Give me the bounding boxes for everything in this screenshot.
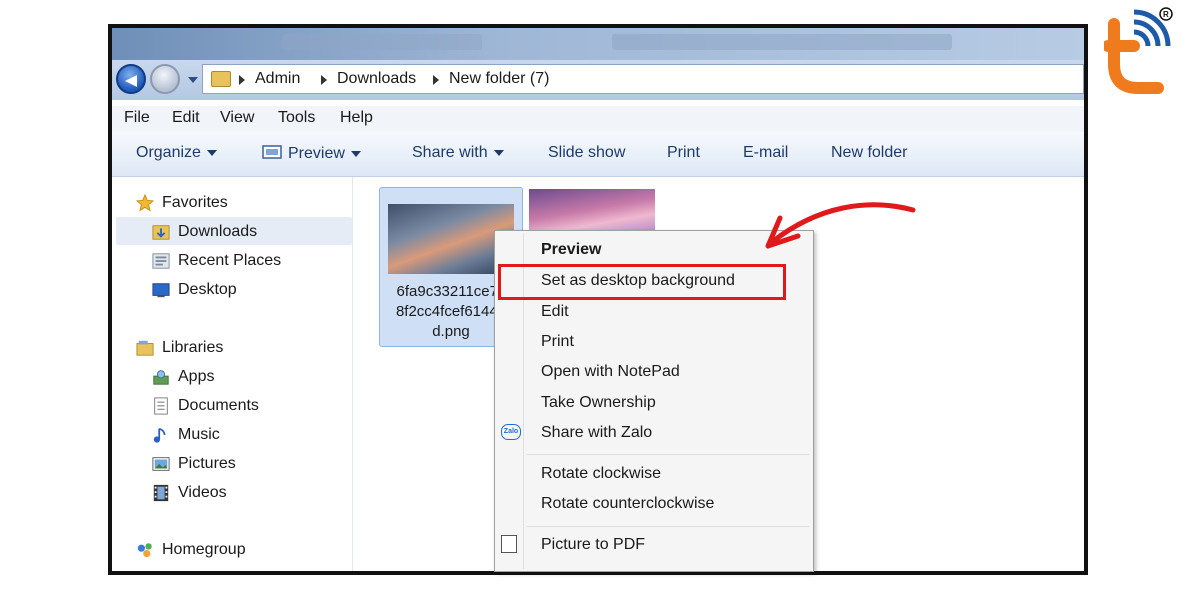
menu-item-share-with-zalo[interactable]: Share with Zalo [541, 424, 652, 442]
menu-file[interactable]: File [124, 109, 150, 127]
libraries-icon [136, 340, 154, 356]
recent-pages-dropdown-icon[interactable] [188, 77, 198, 83]
music-note-icon [153, 427, 166, 443]
breadcrumb-downloads[interactable]: Downloads [337, 70, 416, 88]
downloads-folder-icon [152, 225, 170, 240]
menu-edit[interactable]: Edit [172, 109, 200, 127]
title-bar [112, 28, 1084, 60]
menu-item-rotate-counterclockwise[interactable]: Rotate counterclockwise [541, 495, 714, 513]
pictures-icon [152, 457, 170, 471]
menu-item-print[interactable]: Print [541, 333, 574, 351]
share-with-button[interactable]: Share with [412, 144, 504, 162]
breadcrumb-admin[interactable]: Admin [255, 70, 300, 88]
address-row: Admin Downloads New folder (7) [112, 60, 1084, 100]
organize-label: Organize [136, 144, 201, 161]
svg-text:R: R [1163, 10, 1169, 19]
star-icon [136, 194, 154, 212]
print-button[interactable]: Print [667, 144, 700, 162]
forward-button[interactable] [150, 64, 180, 94]
menu-item-picture-to-pdf[interactable]: Picture to PDF [541, 536, 645, 554]
menu-view[interactable]: View [220, 109, 254, 127]
back-button[interactable] [116, 64, 146, 94]
videos-icon [153, 484, 169, 502]
preview-button[interactable]: Preview [262, 144, 361, 163]
breadcrumb-new-folder[interactable]: New folder (7) [449, 70, 549, 88]
chevron-down-icon [493, 149, 504, 156]
documents-icon [154, 397, 168, 415]
blurred-tab [612, 34, 952, 50]
menu-item-rotate-clockwise[interactable]: Rotate clockwise [541, 465, 661, 483]
homegroup-icon [137, 543, 152, 558]
annotation-arrow-icon [765, 202, 916, 249]
organize-button[interactable]: Organize [136, 144, 217, 162]
recent-places-icon [152, 253, 170, 269]
menu-item-preview[interactable]: Preview [541, 241, 601, 259]
menu-separator [527, 454, 809, 455]
menu-help[interactable]: Help [340, 109, 373, 127]
chevron-right-icon[interactable] [433, 75, 439, 85]
slide-show-button[interactable]: Slide show [548, 144, 625, 162]
navigation-pane: Favorites Downloads Recent Places Deskto… [112, 177, 353, 571]
folder-icon [211, 71, 231, 87]
brand-logo-icon: R [1104, 7, 1173, 94]
share-with-label: Share with [412, 144, 488, 161]
desktop-icon [152, 283, 170, 298]
apps-icon [153, 370, 169, 385]
command-toolbar: Organize Preview Share with Slide show P… [112, 132, 1084, 177]
preview-label: Preview [288, 145, 345, 162]
menu-item-open-with-notepad[interactable]: Open with NotePad [541, 363, 680, 381]
preview-icon [262, 145, 282, 159]
highlight-box [498, 264, 786, 300]
new-folder-button[interactable]: New folder [831, 144, 907, 162]
zalo-icon: Zalo [501, 424, 521, 440]
menu-item-edit[interactable]: Edit [541, 303, 569, 321]
menu-bar: File Edit View Tools Help [112, 106, 1084, 133]
chevron-down-icon [350, 150, 361, 157]
menu-tools[interactable]: Tools [278, 109, 315, 127]
email-button[interactable]: E-mail [743, 144, 788, 162]
chevron-down-icon [206, 149, 217, 156]
chevron-right-icon[interactable] [321, 75, 327, 85]
pdf-icon [501, 535, 517, 553]
menu-separator [527, 526, 809, 527]
blurred-tab [282, 34, 482, 50]
address-bar[interactable]: Admin Downloads New folder (7) [202, 64, 1084, 94]
menu-item-take-ownership[interactable]: Take Ownership [541, 394, 656, 412]
chevron-right-icon[interactable] [239, 75, 245, 85]
